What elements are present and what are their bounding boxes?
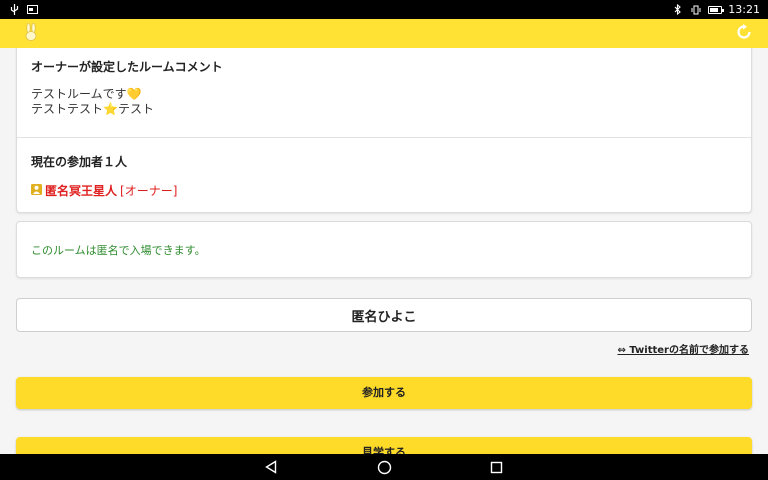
participant-name[interactable]: 匿名冥王星人 (45, 182, 117, 199)
refresh-icon[interactable] (736, 23, 752, 44)
room-comment-section: オーナーが設定したルームコメント テストルームです💛 テストテスト⭐テスト (17, 48, 751, 138)
watch-button[interactable]: 見学する (16, 437, 752, 454)
participants-title: 現在の参加者１人 (31, 155, 128, 169)
bluetooth-icon (672, 4, 684, 16)
status-right-icons: 13:21 (672, 3, 760, 16)
app-bar (0, 19, 768, 48)
battery-icon (708, 5, 725, 14)
person-icon (31, 183, 42, 198)
navigation-bar (0, 454, 768, 480)
home-icon[interactable] (376, 459, 392, 475)
recents-icon[interactable] (488, 459, 504, 475)
usb-icon (8, 4, 20, 16)
room-comment-line-1: テストルームです💛 (31, 87, 142, 101)
participants-section: 現在の参加者１人 匿名冥王星人 [オーナー] (17, 138, 751, 199)
rabbit-icon[interactable] (24, 22, 38, 45)
room-info-card: オーナーが設定したルームコメント テストルームです💛 テストテスト⭐テスト 現在… (16, 48, 752, 213)
room-comment-line-2: テストテスト⭐テスト (31, 102, 154, 116)
status-left-icons (8, 4, 38, 16)
participant-role: [オーナー] (120, 184, 178, 198)
anonymous-notice-text: このルームは匿名で入場できます。 (31, 243, 206, 257)
status-time: 13:21 (728, 3, 760, 16)
participant-item[interactable]: 匿名冥王星人 [オーナー] (31, 182, 737, 199)
back-icon[interactable] (263, 459, 279, 475)
room-comment-title: オーナーが設定したルームコメント (31, 60, 223, 74)
twitter-name-link[interactable]: ⇔ Twitterの名前で参加する (617, 341, 749, 356)
anonymous-notice-card: このルームは匿名で入場できます。 (16, 221, 752, 278)
room-comment-body: テストルームです💛 テストテスト⭐テスト (31, 87, 737, 117)
screenshot-icon (26, 4, 38, 16)
status-bar: 13:21 (0, 0, 768, 19)
vibrate-icon (690, 4, 702, 16)
content-area[interactable]: オーナーが設定したルームコメント テストルームです💛 テストテスト⭐テスト 現在… (0, 48, 768, 454)
nickname-input[interactable] (16, 298, 752, 332)
join-button[interactable]: 参加する (16, 377, 752, 409)
